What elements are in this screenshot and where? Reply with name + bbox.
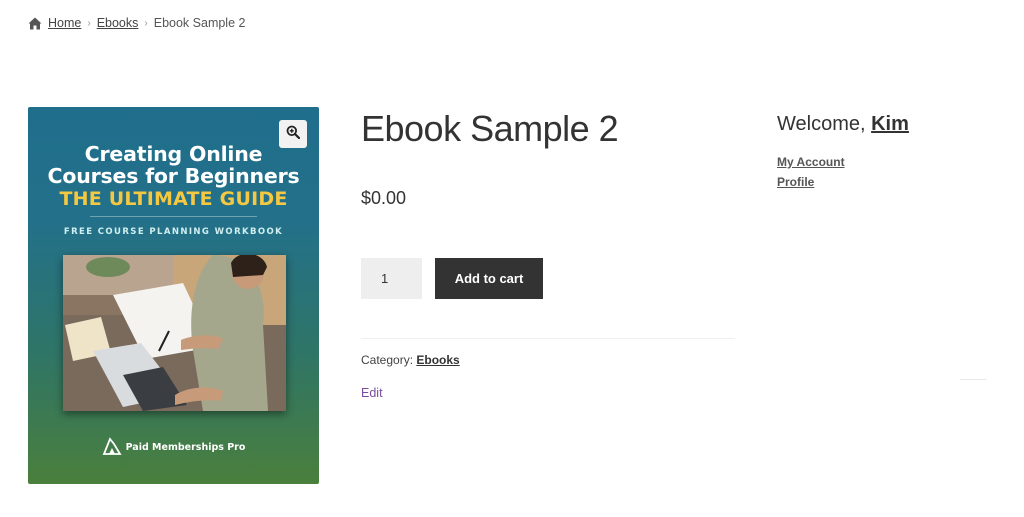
edit-link[interactable]: Edit	[361, 386, 383, 400]
category-label: Category:	[361, 353, 414, 367]
pmpro-logo-icon	[102, 437, 126, 458]
my-account-link[interactable]: My Account	[777, 155, 845, 169]
meta-divider	[361, 338, 735, 339]
sidebar-divider	[960, 379, 986, 380]
profile-link[interactable]: Profile	[777, 175, 814, 189]
cover-title-line: Courses for Beginners	[47, 164, 300, 188]
product-category: Category: Ebooks	[361, 353, 460, 367]
quantity-input[interactable]	[361, 258, 422, 299]
cover-brand: Paid Memberships Pro	[28, 437, 319, 458]
cover-workbook-label: FREE COURSE PLANNING WORKBOOK	[63, 227, 284, 237]
cover-title: Creating Online Courses for Beginners	[28, 143, 319, 187]
breadcrumb: Home › Ebooks › Ebook Sample 2	[28, 14, 245, 32]
add-to-cart-button[interactable]: Add to cart	[435, 258, 543, 299]
category-link[interactable]: Ebooks	[416, 353, 459, 367]
user-name-link[interactable]: Kim	[871, 113, 909, 135]
breadcrumb-home-link[interactable]: Home	[48, 16, 81, 30]
breadcrumb-separator: ›	[144, 17, 148, 29]
cover-title-line: Creating Online	[84, 142, 263, 166]
cover-brand-name: Paid Memberships Pro	[125, 442, 246, 453]
product-image[interactable]: Creating Online Courses for Beginners TH…	[28, 107, 319, 484]
cover-photo	[63, 255, 286, 411]
cover-divider	[90, 216, 257, 217]
breadcrumb-ebooks-link[interactable]: Ebooks	[97, 16, 139, 30]
zoom-in-icon	[286, 125, 301, 144]
home-icon[interactable]	[28, 17, 42, 30]
breadcrumb-separator: ›	[87, 17, 91, 29]
product-title: Ebook Sample 2	[361, 108, 619, 149]
breadcrumb-current: Ebook Sample 2	[153, 16, 246, 30]
welcome-message: Welcome, Kim	[777, 113, 909, 136]
cover-subtitle: THE ULTIMATE GUIDE	[59, 188, 288, 210]
welcome-prefix: Welcome,	[777, 113, 866, 135]
product-price: $0.00	[361, 188, 407, 208]
